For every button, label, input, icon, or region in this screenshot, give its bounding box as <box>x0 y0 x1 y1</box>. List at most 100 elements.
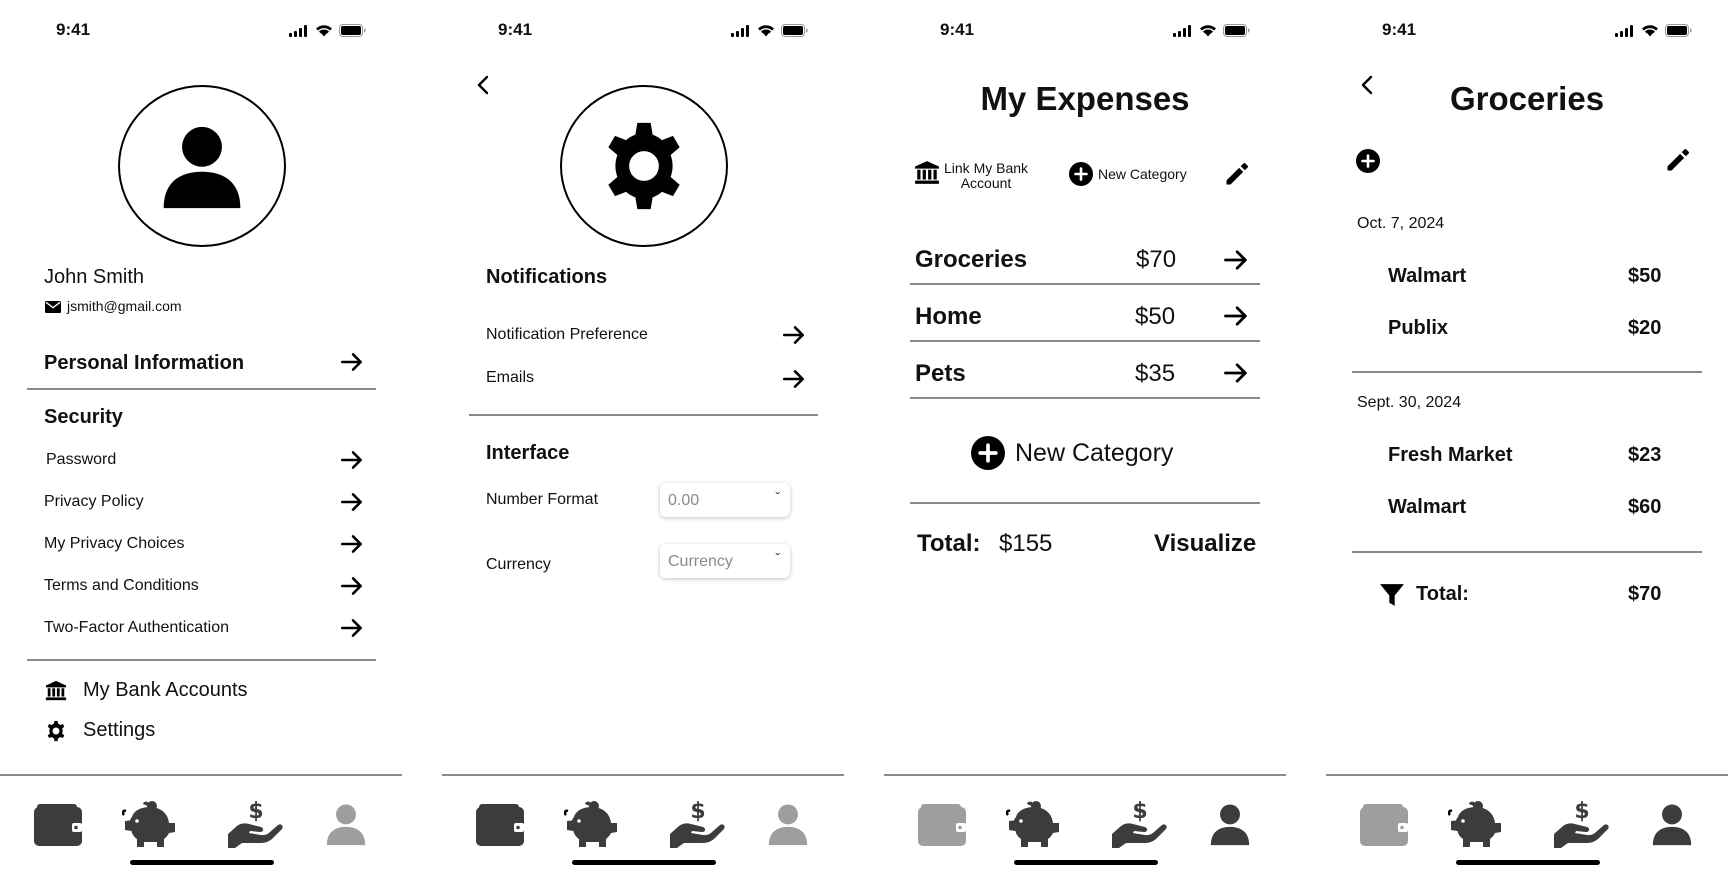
wallet-icon[interactable] <box>476 804 524 846</box>
settings-link[interactable]: Settings <box>83 719 155 742</box>
date-heading: Sept. 30, 2024 <box>1357 394 1462 411</box>
category-name-groceries[interactable]: Groceries <box>915 246 1027 274</box>
arrow-right-icon[interactable] <box>1222 246 1250 274</box>
hand-dollar-icon[interactable] <box>1112 800 1168 848</box>
user-icon[interactable] <box>765 800 811 848</box>
page-title: Groceries <box>1449 80 1605 117</box>
security-item-two-factor[interactable]: Two-Factor Authentication <box>44 619 229 637</box>
wallet-icon[interactable] <box>1360 804 1408 846</box>
notification-preference-link[interactable]: Notification Preference <box>486 326 648 344</box>
piggy-bank-icon[interactable] <box>1006 801 1062 847</box>
envelope-icon <box>45 301 61 313</box>
piggy-bank-icon[interactable] <box>564 801 620 847</box>
funnel-icon[interactable] <box>1379 582 1405 608</box>
back-chevron-icon[interactable] <box>472 72 496 98</box>
pencil-icon[interactable] <box>1223 160 1251 188</box>
user-icon[interactable] <box>1207 800 1253 848</box>
user-icon[interactable] <box>1649 800 1695 848</box>
category-amount: $70 <box>1136 246 1177 273</box>
arrow-right-icon[interactable] <box>339 349 365 375</box>
arrow-right-icon[interactable] <box>781 366 807 392</box>
transaction-store[interactable]: Walmart <box>1388 265 1466 288</box>
currency-select[interactable]: Currency ˇ <box>660 544 790 578</box>
wallet-icon[interactable] <box>34 804 82 846</box>
category-name-pets[interactable]: Pets <box>915 360 966 388</box>
divider <box>910 340 1260 342</box>
signal-icon <box>1615 25 1635 37</box>
avatar[interactable] <box>118 85 286 247</box>
hand-dollar-icon[interactable] <box>1554 800 1610 848</box>
transaction-store[interactable]: Walmart <box>1388 496 1466 519</box>
bank-icon[interactable] <box>914 160 940 186</box>
status-time: 9:41 <box>1382 20 1417 39</box>
divider <box>1352 551 1702 553</box>
security-item-password[interactable]: Password <box>46 451 116 469</box>
divider <box>27 388 376 390</box>
divider <box>469 414 818 416</box>
number-format-value: 0.00 <box>668 492 700 509</box>
transaction-amount: $50 <box>1628 265 1662 287</box>
status-icons <box>731 24 808 37</box>
currency-label: Currency <box>486 556 551 573</box>
profile-screen: 9:41 John Smith jsmith@gmail.com Persona… <box>0 0 402 874</box>
interface-heading: Interface <box>486 442 570 464</box>
security-item-privacy-choices[interactable]: My Privacy Choices <box>44 535 184 553</box>
security-item-terms[interactable]: Terms and Conditions <box>44 577 199 595</box>
hand-dollar-icon[interactable] <box>228 800 284 848</box>
signal-icon <box>289 25 309 37</box>
date-heading: Oct. 7, 2024 <box>1357 215 1445 232</box>
status-time: 9:41 <box>498 20 533 39</box>
bottom-nav <box>884 774 1286 874</box>
new-category-button[interactable]: New Category <box>1015 439 1173 468</box>
wallet-icon[interactable] <box>918 804 966 846</box>
divider <box>1352 371 1702 373</box>
arrow-right-icon[interactable] <box>781 322 807 348</box>
total-value: $70 <box>1628 583 1662 605</box>
link-bank-line2: Account <box>960 175 1012 191</box>
wifi-icon <box>315 24 333 37</box>
arrow-right-icon[interactable] <box>339 489 365 515</box>
bank-icon <box>45 680 67 702</box>
plus-circle-icon[interactable] <box>971 436 1005 470</box>
plus-circle-icon[interactable] <box>1069 162 1093 186</box>
plus-circle-icon[interactable] <box>1356 149 1380 173</box>
arrow-right-icon[interactable] <box>339 531 365 557</box>
chevron-down-icon: ˇ <box>775 550 780 566</box>
link-bank-account-button[interactable]: Link My Bank Account <box>944 161 1028 191</box>
emails-link[interactable]: Emails <box>486 369 534 387</box>
status-icons <box>289 24 366 37</box>
arrow-right-icon[interactable] <box>1222 359 1250 387</box>
hand-dollar-icon[interactable] <box>670 800 726 848</box>
wifi-icon <box>757 24 775 37</box>
arrow-right-icon[interactable] <box>339 615 365 641</box>
my-bank-accounts-link[interactable]: My Bank Accounts <box>83 679 248 702</box>
transaction-store[interactable]: Publix <box>1388 317 1448 340</box>
new-category-small-button[interactable]: New Category <box>1098 166 1187 182</box>
piggy-bank-icon[interactable] <box>122 801 178 847</box>
number-format-select[interactable]: 0.00 ˇ <box>660 483 790 517</box>
status-time: 9:41 <box>56 20 91 39</box>
wifi-icon <box>1641 24 1659 37</box>
notifications-heading: Notifications <box>486 266 608 288</box>
battery-icon <box>781 24 808 37</box>
arrow-right-icon[interactable] <box>339 573 365 599</box>
settings-badge <box>560 85 728 247</box>
security-heading: Security <box>44 406 123 428</box>
category-amount: $50 <box>1135 303 1176 330</box>
bottom-nav <box>0 774 402 874</box>
category-amount: $35 <box>1135 360 1176 387</box>
home-indicator <box>572 860 716 865</box>
arrow-right-icon[interactable] <box>339 447 365 473</box>
arrow-right-icon[interactable] <box>1222 302 1250 330</box>
battery-icon <box>1665 24 1692 37</box>
transaction-store[interactable]: Fresh Market <box>1388 444 1513 467</box>
visualize-button[interactable]: Visualize <box>1154 530 1256 558</box>
piggy-bank-icon[interactable] <box>1448 801 1504 847</box>
user-icon[interactable] <box>323 800 369 848</box>
number-format-label: Number Format <box>486 491 599 508</box>
security-item-privacy-policy[interactable]: Privacy Policy <box>44 493 144 511</box>
personal-information-link[interactable]: Personal Information <box>44 352 244 375</box>
category-name-home[interactable]: Home <box>915 303 982 331</box>
expenses-screen: 9:41 My Expenses Link My Bank Account Ne… <box>884 0 1286 874</box>
pencil-icon[interactable] <box>1664 146 1692 174</box>
